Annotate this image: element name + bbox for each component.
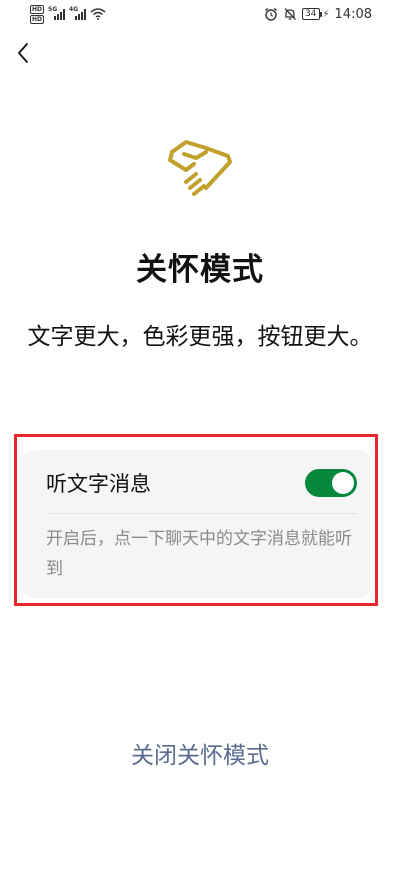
battery-icon: 34 ⚡ — [302, 8, 330, 20]
hd-badge-1: HD — [30, 4, 45, 14]
status-time: 14:08 — [334, 6, 372, 22]
listen-message-card: 听文字消息 开启后，点一下聊天中的文字消息就能听到 — [23, 450, 370, 598]
card-divider — [46, 513, 357, 514]
wifi-icon — [90, 8, 106, 20]
battery-level: 34 — [302, 8, 320, 20]
network-type-2: 4G — [69, 6, 79, 13]
page-title: 关怀模式 — [136, 252, 264, 288]
charging-icon: ⚡ — [322, 8, 330, 20]
network-type-1: 5G — [48, 6, 58, 13]
status-bar-left: HD HD 5G 4G — [30, 4, 106, 24]
hd-indicators: HD HD — [30, 4, 45, 24]
close-care-mode-button[interactable]: 关闭关怀模式 — [0, 736, 400, 770]
page-subtitle: 文字更大，色彩更强，按钮更大。 — [27, 324, 373, 350]
alarm-icon — [265, 7, 278, 21]
care-mode-icon — [168, 140, 232, 196]
back-button[interactable] — [10, 38, 36, 68]
listen-message-description: 开启后，点一下聊天中的文字消息就能听到 — [46, 529, 352, 579]
status-bar-right: 34 ⚡ 14:08 — [264, 6, 372, 22]
toggle-knob — [332, 472, 354, 494]
status-bar: HD HD 5G 4G 34 ⚡ 14:08 — [0, 0, 400, 30]
signal-1-icon: 5G — [48, 6, 66, 20]
signal-2-icon: 4G — [69, 6, 87, 20]
listen-message-label: 听文字消息 — [46, 472, 151, 496]
mute-bell-icon — [284, 8, 297, 20]
back-arrow-icon — [18, 43, 28, 63]
hd-badge-2: HD — [30, 14, 45, 24]
listen-message-toggle[interactable] — [305, 469, 357, 497]
